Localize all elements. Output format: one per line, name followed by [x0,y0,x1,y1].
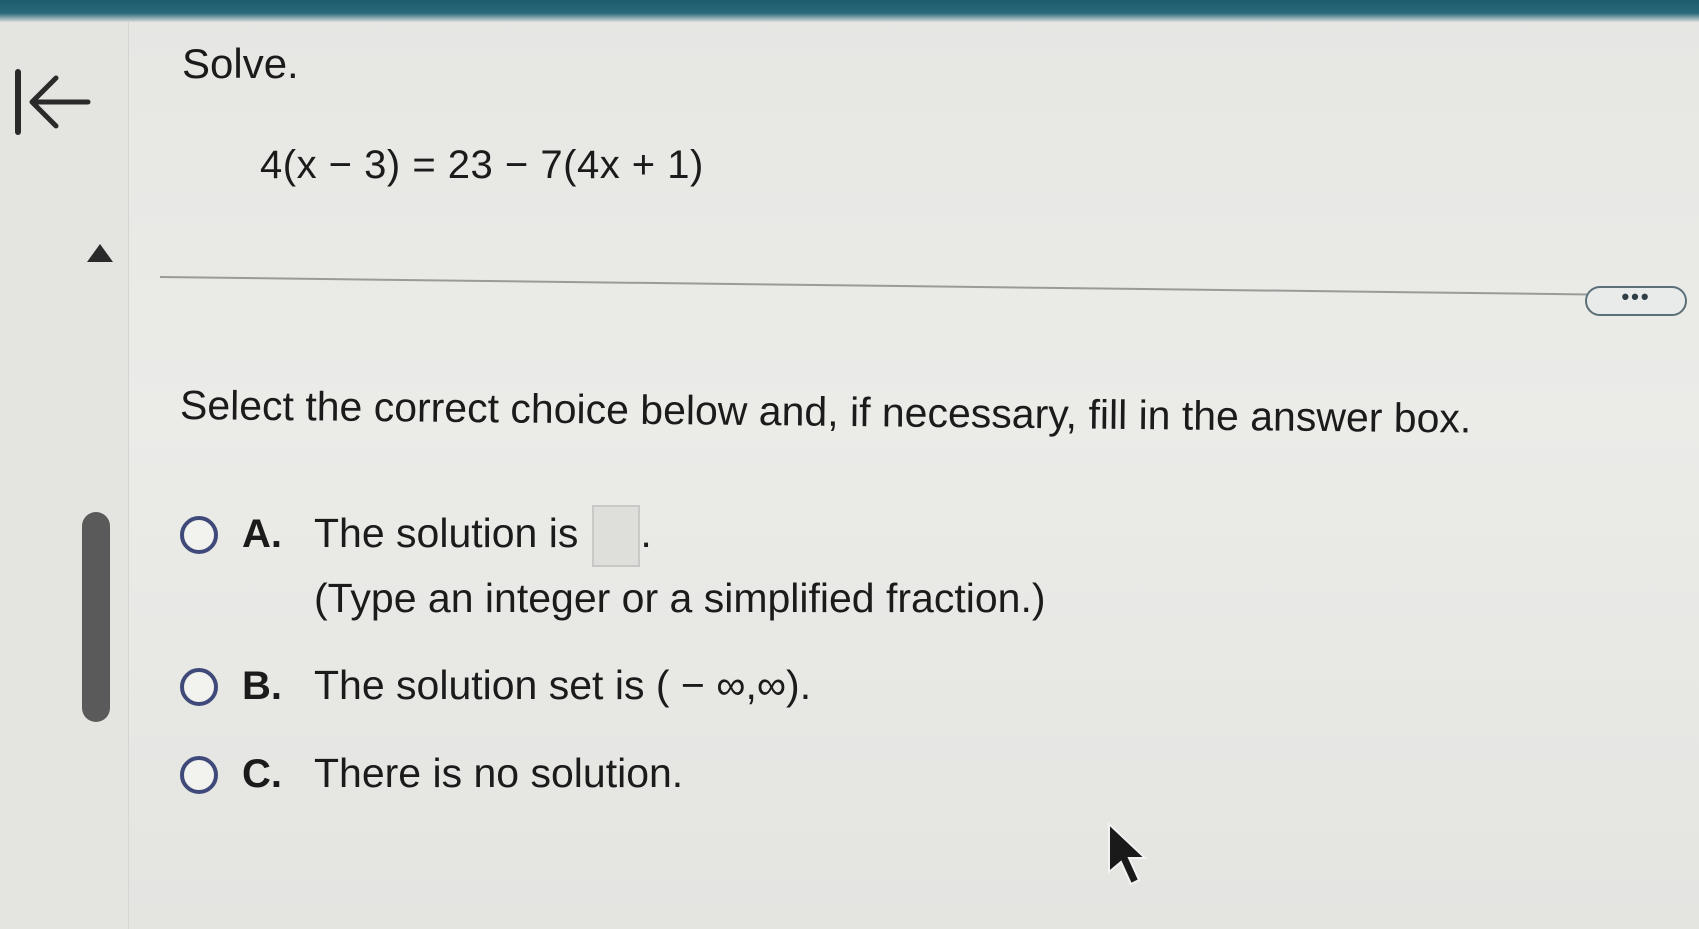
choice-text-a: The solution is. (Type an integer or a s… [314,502,1046,629]
mouse-pointer-icon [1108,822,1148,886]
answer-input-box[interactable] [592,505,641,568]
choice-c[interactable]: C. There is no solution. [180,750,683,804]
radio-button-c[interactable] [180,756,218,794]
equation: 4(x − 3) = 23 − 7(4x + 1) [260,143,704,187]
back-to-start-icon[interactable] [12,66,92,138]
radio-button-a[interactable] [180,516,218,554]
choice-a-suffix: . [640,510,652,556]
choice-a[interactable]: A. The solution is. (Type an integer or … [180,505,1046,629]
choice-a-label: The solution is [314,510,579,556]
scrollbar-handle[interactable] [82,512,110,722]
choice-letter-b: B. [242,664,282,708]
triangle-up-icon[interactable] [85,242,115,264]
choice-letter-a: A. [242,512,282,556]
divider [159,276,1590,296]
choice-letter-c: C. [242,752,282,796]
page: Solve. 4(x − 3) = 23 − 7(4x + 1) ••• Sel… [0,0,1699,929]
more-options-button[interactable]: ••• [1585,286,1687,316]
left-rail [0,22,129,929]
question-title: Solve. [182,40,299,87]
choice-text-c: There is no solution. [314,750,684,796]
top-bar [0,0,1699,22]
choice-a-hint: (Type an integer or a simplified fractio… [314,575,1046,622]
instruction-text: Select the correct choice below and, if … [179,382,1472,442]
choice-b[interactable]: B. The solution set is ( − ∞,∞). [180,662,811,716]
radio-button-b[interactable] [180,668,218,706]
choice-text-b: The solution set is ( − ∞,∞). [314,662,812,708]
